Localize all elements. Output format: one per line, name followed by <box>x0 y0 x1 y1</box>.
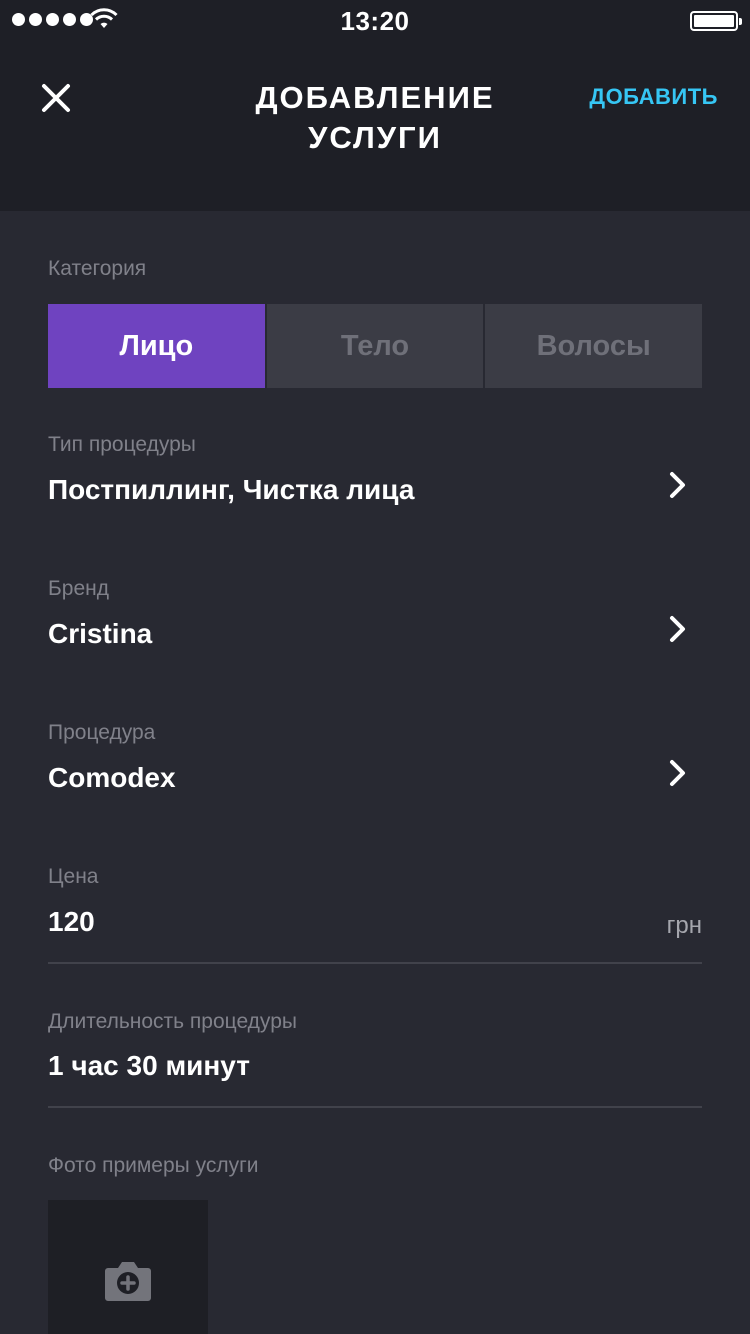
close-icon[interactable] <box>40 82 72 114</box>
duration-input[interactable]: 1 час 30 минут <box>48 1050 250 1082</box>
page-title-line2: УСЛУГИ <box>308 120 442 155</box>
category-option-hair[interactable]: Волосы <box>485 304 703 388</box>
add-button[interactable]: ДОБАВИТЬ <box>589 84 718 110</box>
brand-row[interactable]: Бренд Cristina <box>0 564 750 694</box>
procedure-type-label: Тип процедуры <box>48 433 196 456</box>
price-divider <box>48 962 702 964</box>
procedure-type-value: Постпиллинг, Чистка лица <box>48 474 415 505</box>
price-unit: грн <box>666 912 702 939</box>
procedure-value: Comodex <box>48 762 176 793</box>
battery-icon <box>690 11 742 31</box>
status-time: 13:20 <box>340 6 410 36</box>
brand-label: Бренд <box>48 577 109 600</box>
page-title-line1: ДОБАВЛЕНИЕ <box>255 80 495 115</box>
category-option-body[interactable]: Тело <box>266 304 484 388</box>
price-input[interactable]: 120 <box>48 906 95 938</box>
category-label: Категория <box>48 257 147 280</box>
chevron-right-icon <box>670 760 685 786</box>
procedure-row[interactable]: Процедура Comodex <box>0 708 750 838</box>
photos-label: Фото примеры услуги <box>48 1154 259 1177</box>
procedure-type-row[interactable]: Тип процедуры Постпиллинг, Чистка лица <box>0 420 750 550</box>
duration-label: Длительность процедуры <box>48 1010 297 1033</box>
duration-divider <box>48 1106 702 1108</box>
category-option-face[interactable]: Лицо <box>48 304 265 388</box>
add-photo-button[interactable] <box>48 1200 208 1334</box>
procedure-label: Процедура <box>48 721 156 744</box>
status-bar: 13:20 <box>0 0 750 40</box>
chevron-right-icon <box>670 472 685 498</box>
price-label: Цена <box>48 865 99 888</box>
chevron-right-icon <box>670 616 685 642</box>
category-selector: Лицо Тело Волосы <box>48 304 703 388</box>
top-bar: 13:20 ДОБАВЛЕНИЕ УСЛУГИ ДОБАВИТЬ <box>0 0 750 211</box>
page-title: ДОБАВЛЕНИЕ УСЛУГИ <box>225 78 525 158</box>
camera-add-icon <box>105 1262 151 1301</box>
brand-value: Cristina <box>48 618 153 649</box>
